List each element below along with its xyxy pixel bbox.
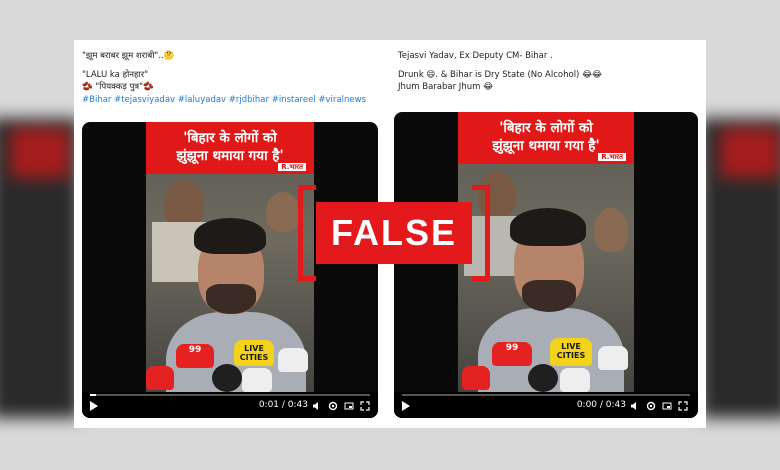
- backdrop-band-right: [700, 118, 780, 418]
- post-caption: Tejasvi Yadav, Ex Deputy CM- Bihar . Dru…: [398, 50, 700, 94]
- mic-white-2: [560, 368, 590, 392]
- mic-red-small: [462, 366, 490, 390]
- settings-icon[interactable]: [645, 400, 656, 411]
- mic-99: 99: [176, 344, 214, 368]
- mic-live-cities: LIVE CITIES: [234, 340, 274, 366]
- channel-logo: R.भारत: [598, 153, 626, 161]
- microphones: 99 LIVE CITIES: [458, 336, 634, 396]
- fullscreen-icon[interactable]: [677, 400, 688, 411]
- play-icon[interactable]: [402, 401, 410, 411]
- microphones: 99 LIVE CITIES: [146, 336, 314, 396]
- pip-icon[interactable]: [343, 400, 354, 411]
- headline-line-1: 'बिहार के लोगों को: [499, 120, 593, 136]
- volume-icon[interactable]: [311, 400, 322, 411]
- caption-line: Tejasvi Yadav, Ex Deputy CM- Bihar .: [398, 51, 553, 61]
- video-headline: 'बिहार के लोगों को झुंझूना थमाया गया है'…: [458, 112, 634, 164]
- pip-icon[interactable]: [661, 400, 672, 411]
- caption-line: 🫘 "पियक्कड़ पुत्र"🫘: [82, 82, 154, 92]
- mic-99: 99: [492, 342, 532, 366]
- channel-logo: R.भारत: [278, 163, 306, 171]
- fullscreen-icon[interactable]: [359, 400, 370, 411]
- progress-bar[interactable]: [90, 394, 370, 396]
- time-display: 0:00 / 0:43: [576, 400, 626, 410]
- stamp-bracket-right: [472, 185, 490, 281]
- time-display: 0:01 / 0:43: [258, 400, 308, 410]
- mic-white: [278, 348, 308, 372]
- headline-line-1: 'बिहार के लोगों को: [183, 130, 277, 146]
- video-headline: 'बिहार के लोगों को झुंझूना थमाया गया है'…: [146, 122, 314, 174]
- mic-live-cities: LIVE CITIES: [550, 338, 592, 366]
- video-frame: 'बिहार के लोगों को झुंझूना थमाया गया है'…: [146, 122, 314, 418]
- settings-icon[interactable]: [327, 400, 338, 411]
- caption-line: Jhum Barabar Jhum 😂: [398, 82, 494, 92]
- mic-white-2: [242, 368, 272, 392]
- video-controls: 0:01 / 0:43: [82, 392, 378, 418]
- mic-white: [598, 346, 628, 370]
- backdrop-band-left: [0, 118, 80, 418]
- play-icon[interactable]: [90, 401, 98, 411]
- volume-icon[interactable]: [629, 400, 640, 411]
- video-controls: 0:00 / 0:43: [394, 392, 698, 418]
- progress-bar[interactable]: [402, 394, 690, 396]
- mic-red-small: [146, 366, 174, 390]
- hashtags[interactable]: #Bihar #tejasviyadav #laluyadav #rjdbiha…: [82, 94, 384, 107]
- false-stamp: FALSE: [298, 185, 490, 281]
- caption-line: "LALU ka होनहार": [82, 69, 149, 80]
- caption-line: Drunk 😄. & Bihar is Dry State (No Alcoho…: [398, 69, 602, 80]
- mic-black: [212, 364, 242, 392]
- stamp-label: FALSE: [316, 202, 472, 264]
- mic-black: [528, 364, 558, 392]
- post-caption: "झूम बराबर झूम शराबी"..🤔 "LALU ka होनहार…: [82, 50, 384, 106]
- caption-line: "झूम बराबर झूम शराबी"..🤔: [82, 51, 175, 61]
- stamp-bracket-left: [298, 185, 316, 281]
